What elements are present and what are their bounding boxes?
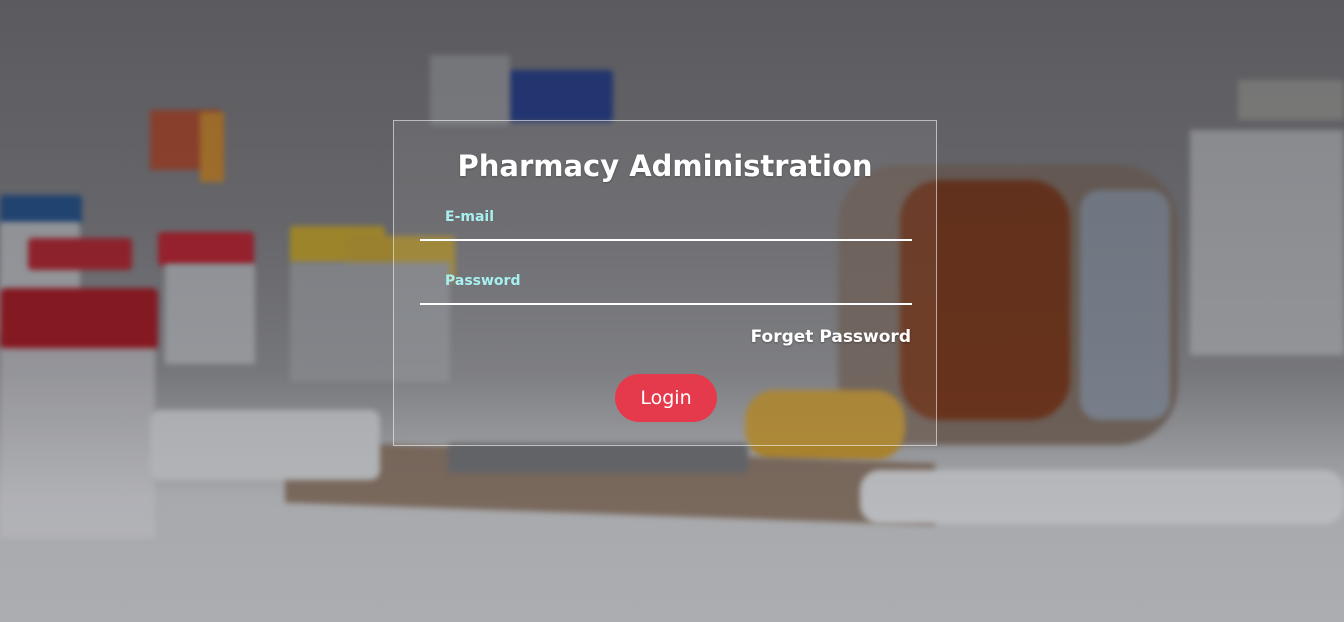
forget-password-link[interactable]: Forget Password xyxy=(751,327,911,347)
login-button[interactable]: Login xyxy=(615,374,717,422)
email-field-group: E-mail xyxy=(420,205,912,249)
email-input[interactable] xyxy=(420,215,912,241)
page-title: Pharmacy Administration xyxy=(457,149,873,183)
password-field-group: Password xyxy=(420,269,912,313)
password-input[interactable] xyxy=(420,279,912,305)
login-card: Pharmacy Administration E-mail Password … xyxy=(393,120,937,446)
